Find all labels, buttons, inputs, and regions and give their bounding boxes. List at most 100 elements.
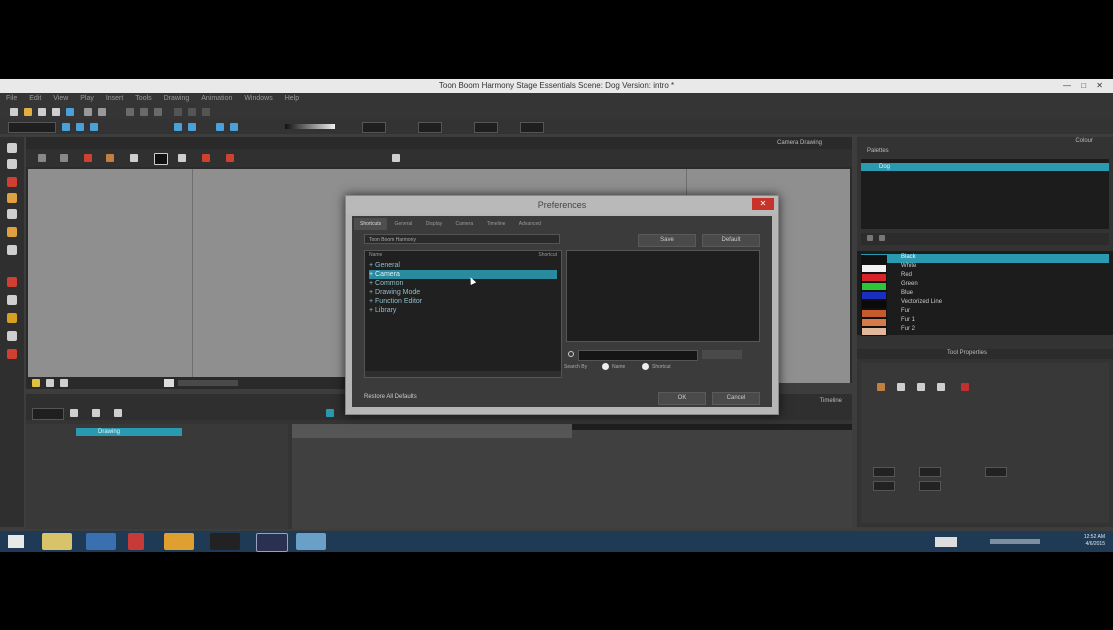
window-controls[interactable]: — □ ✕ bbox=[1063, 79, 1107, 93]
layer-props-icon[interactable] bbox=[114, 409, 122, 417]
tree-item-camera[interactable]: + Camera bbox=[369, 270, 557, 279]
timeline-frames[interactable] bbox=[292, 424, 852, 529]
menu-animation[interactable]: Animation bbox=[201, 95, 232, 102]
swatch-add-icon[interactable] bbox=[867, 235, 873, 241]
tab-shortcuts[interactable]: Shortcuts bbox=[354, 218, 388, 230]
first-frame-icon[interactable] bbox=[174, 123, 182, 131]
save-button[interactable]: Save bbox=[638, 234, 696, 247]
tray-icons[interactable] bbox=[990, 539, 1040, 544]
delete-layer-icon[interactable] bbox=[92, 409, 100, 417]
stop-icon[interactable] bbox=[90, 123, 98, 131]
frame-row[interactable] bbox=[292, 430, 572, 438]
frame-field[interactable] bbox=[362, 122, 386, 133]
new-scene-icon[interactable] bbox=[10, 108, 18, 116]
cut-icon[interactable] bbox=[126, 108, 134, 116]
status-safe-area-icon[interactable] bbox=[60, 379, 68, 387]
menu-windows[interactable]: Windows bbox=[244, 95, 272, 102]
export-icon[interactable] bbox=[66, 108, 74, 116]
ellipse-tool-icon[interactable] bbox=[7, 349, 17, 359]
view-eraser-icon[interactable] bbox=[226, 154, 234, 162]
default-button[interactable]: Default bbox=[702, 234, 760, 247]
hand-tool-icon[interactable] bbox=[7, 295, 17, 305]
menu-play[interactable]: Play bbox=[80, 95, 94, 102]
tab-general[interactable]: General bbox=[389, 218, 419, 230]
swatch-row[interactable]: Fur bbox=[861, 308, 1109, 318]
text-tool-icon[interactable] bbox=[7, 209, 17, 219]
menu-view[interactable]: View bbox=[53, 95, 68, 102]
next-frame-icon[interactable] bbox=[216, 123, 224, 131]
status-color-icon[interactable] bbox=[164, 379, 174, 387]
play-icon[interactable] bbox=[62, 123, 70, 131]
search-input[interactable] bbox=[578, 350, 698, 361]
menu-help[interactable]: Help bbox=[285, 95, 299, 102]
swatch-row[interactable]: Black bbox=[861, 254, 1109, 264]
swatch-row[interactable]: Green bbox=[861, 281, 1109, 291]
paint-app-icon[interactable] bbox=[128, 533, 144, 550]
explorer-icon[interactable] bbox=[42, 533, 72, 550]
clock[interactable]: 12:52 AM 4/6/2015 bbox=[1084, 534, 1105, 548]
tree-item-drawing-mode[interactable]: + Drawing Mode bbox=[369, 288, 557, 297]
brush-tool-icon[interactable] bbox=[7, 177, 17, 187]
ok-button[interactable]: OK bbox=[658, 392, 706, 405]
view-select-icon[interactable] bbox=[38, 154, 46, 162]
swatch-row[interactable]: Vectorized Line bbox=[861, 299, 1109, 309]
status-light-icon[interactable] bbox=[32, 379, 40, 387]
view-pen-icon[interactable] bbox=[392, 154, 400, 162]
contour-tool-icon[interactable] bbox=[7, 159, 17, 169]
stop-field[interactable] bbox=[474, 122, 498, 133]
view-transform-icon[interactable] bbox=[60, 154, 68, 162]
search-shortcut-radio[interactable] bbox=[642, 363, 649, 370]
keyboard-set-select[interactable]: Toon Boom Harmony bbox=[364, 234, 560, 244]
obs-icon[interactable] bbox=[210, 533, 240, 550]
view-brush-icon[interactable] bbox=[84, 154, 92, 162]
prop-field-4[interactable] bbox=[873, 481, 895, 491]
prop-line-icon[interactable] bbox=[937, 383, 945, 391]
rotate-icon[interactable] bbox=[188, 108, 196, 116]
menu-file[interactable]: File bbox=[6, 95, 17, 102]
cancel-button[interactable]: Cancel bbox=[712, 392, 760, 405]
chrome-icon[interactable] bbox=[164, 533, 194, 550]
eraser-tool-icon[interactable] bbox=[7, 245, 17, 255]
rectangle-tool-icon[interactable] bbox=[7, 331, 17, 341]
tree-item-function-editor[interactable]: + Function Editor bbox=[369, 297, 557, 306]
search-options-button[interactable] bbox=[702, 350, 742, 359]
prev-frame-icon[interactable] bbox=[188, 123, 196, 131]
menu-drawing[interactable]: Drawing bbox=[164, 95, 190, 102]
redo-icon[interactable] bbox=[98, 108, 106, 116]
tab-timeline[interactable]: Timeline bbox=[481, 218, 512, 230]
palette-list[interactable]: Dog bbox=[861, 159, 1109, 229]
view-line-icon[interactable] bbox=[130, 154, 138, 162]
view-pencil-icon[interactable] bbox=[106, 154, 114, 162]
save-icon[interactable] bbox=[38, 108, 46, 116]
start-button-icon[interactable] bbox=[8, 535, 24, 548]
prop-brush-icon[interactable] bbox=[897, 383, 905, 391]
tab-display[interactable]: Display bbox=[420, 218, 448, 230]
palettes-tab[interactable]: Palettes bbox=[867, 148, 889, 154]
last-frame-icon[interactable] bbox=[230, 123, 238, 131]
select-tool-icon[interactable] bbox=[7, 143, 17, 153]
prop-mode-icon[interactable] bbox=[877, 383, 885, 391]
tool-properties-tab[interactable]: Tool Properties bbox=[947, 350, 987, 356]
paste-icon[interactable] bbox=[154, 108, 162, 116]
tree-item-common[interactable]: + Common bbox=[369, 279, 557, 288]
zoom-icon[interactable] bbox=[174, 108, 182, 116]
zoom-tool-icon[interactable] bbox=[7, 313, 17, 323]
menu-tools[interactable]: Tools bbox=[135, 95, 151, 102]
restore-defaults-label[interactable]: Restore All Defaults bbox=[364, 394, 417, 400]
timeline-layer-button[interactable] bbox=[32, 408, 64, 420]
workspace-select[interactable] bbox=[8, 122, 56, 133]
swatch-row[interactable]: White bbox=[861, 263, 1109, 273]
reset-view-icon[interactable] bbox=[202, 108, 210, 116]
menu-edit[interactable]: Edit bbox=[29, 95, 41, 102]
prop-color-icon[interactable] bbox=[961, 383, 969, 391]
status-grid-icon[interactable] bbox=[46, 379, 54, 387]
search-name-radio[interactable] bbox=[602, 363, 609, 370]
swatch-remove-icon[interactable] bbox=[879, 235, 885, 241]
dialog-close-button[interactable]: ✕ bbox=[752, 198, 774, 210]
swatch-row[interactable]: Red bbox=[861, 272, 1109, 282]
palette-item-dog[interactable]: Dog bbox=[861, 163, 1109, 171]
fps-field[interactable] bbox=[520, 122, 544, 133]
keyframe-icon[interactable] bbox=[326, 409, 334, 417]
view-fill-icon[interactable] bbox=[202, 154, 210, 162]
tree-item-library[interactable]: + Library bbox=[369, 306, 557, 315]
